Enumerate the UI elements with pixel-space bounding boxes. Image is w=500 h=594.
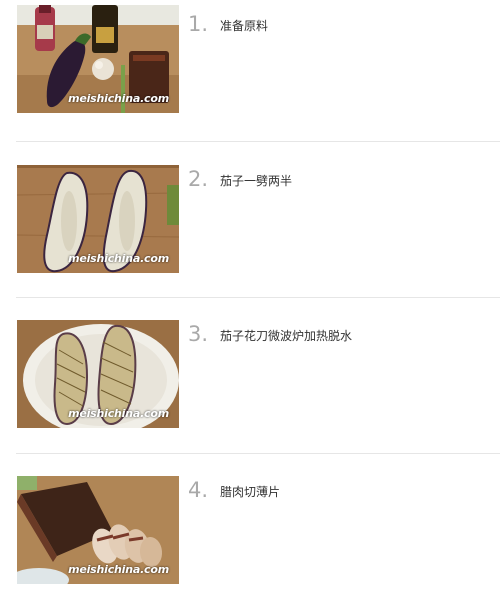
step-divider	[16, 297, 500, 298]
watermark: meishichina.com	[68, 92, 169, 105]
step-number: 2.	[188, 167, 209, 191]
step-item: meishichina.com 4. 腊肉切薄片	[0, 471, 500, 594]
step-photo-scored-eggplant[interactable]: meishichina.com	[17, 320, 179, 428]
step-number: 1.	[188, 12, 209, 36]
step-divider	[16, 453, 500, 454]
watermark: meishichina.com	[68, 407, 169, 420]
step-item: meishichina.com 1. 准备原料	[0, 5, 500, 140]
step-description: 腊肉切薄片	[220, 485, 281, 499]
step-number: 4.	[188, 478, 209, 502]
step-number: 3.	[188, 322, 209, 346]
step-description: 茄子花刀微波炉加热脱水	[220, 329, 353, 343]
step-item: meishichina.com 2. 茄子一劈两半	[0, 160, 500, 295]
step-item: meishichina.com 3. 茄子花刀微波炉加热脱水	[0, 315, 500, 450]
watermark: meishichina.com	[68, 563, 169, 576]
step-photo-halved-eggplant[interactable]: meishichina.com	[17, 165, 179, 273]
step-divider	[16, 141, 500, 142]
step-photo-ingredients[interactable]: meishichina.com	[17, 5, 179, 113]
step-photo-sliced-bacon[interactable]: meishichina.com	[17, 476, 179, 584]
step-description: 准备原料	[220, 19, 269, 33]
watermark: meishichina.com	[68, 252, 169, 265]
step-description: 茄子一劈两半	[220, 174, 293, 188]
